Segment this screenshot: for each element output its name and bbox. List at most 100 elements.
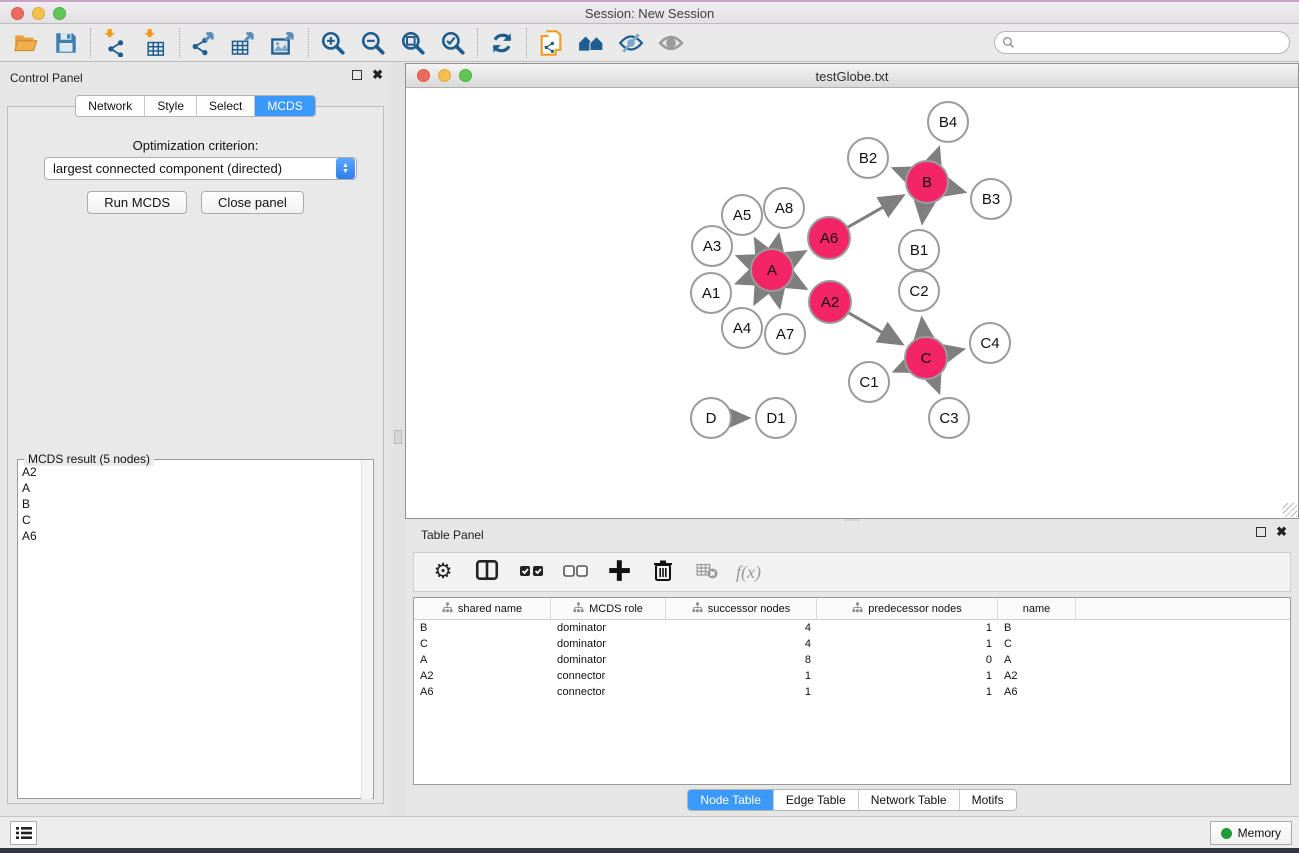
graph-node-C[interactable]: C: [905, 337, 947, 379]
first-neighbors-button[interactable]: [571, 27, 611, 59]
add-column-button[interactable]: [604, 557, 634, 587]
tab-mcds[interactable]: MCDS: [254, 96, 314, 116]
network-canvas[interactable]: AA1A2A3A4A5A6A7A8BB1B2B3B4CC1C2C3C4DD1: [406, 88, 1298, 518]
task-history-button[interactable]: [10, 821, 37, 845]
graph-node-B1[interactable]: B1: [899, 230, 939, 270]
graph-edge-A-A4[interactable]: [755, 289, 762, 303]
graph-node-C3[interactable]: C3: [929, 398, 969, 438]
tab-network[interactable]: Network: [76, 96, 144, 116]
table-cell[interactable]: connector: [551, 684, 666, 700]
table-cell[interactable]: dominator: [551, 636, 666, 652]
graph-node-C1[interactable]: C1: [849, 362, 889, 402]
graph-edge-A-A3[interactable]: [739, 257, 753, 262]
mcds-result-item[interactable]: A2: [22, 464, 359, 480]
graph-node-A8[interactable]: A8: [764, 188, 804, 228]
memory-button[interactable]: Memory: [1210, 821, 1292, 845]
graph-edge-A-A2[interactable]: [790, 280, 804, 288]
mcds-result-scrollbar[interactable]: [361, 461, 372, 799]
table-cell[interactable]: 1: [817, 636, 998, 652]
graph-edge-C-C1[interactable]: [896, 366, 907, 371]
zoom-in-button[interactable]: [313, 27, 353, 59]
tab-motifs[interactable]: Motifs: [959, 790, 1016, 810]
graph-node-A4[interactable]: A4: [722, 308, 762, 348]
node-table[interactable]: shared name MCDS role successor nodes pr…: [413, 597, 1291, 785]
gear-button[interactable]: ⚙: [428, 557, 458, 587]
graph-edge-A-A7[interactable]: [776, 291, 779, 306]
export-image-button[interactable]: [264, 27, 304, 59]
mcds-result-item[interactable]: C: [22, 512, 359, 528]
table-row[interactable]: Bdominator41B: [414, 620, 1290, 636]
table-cell[interactable]: 1: [666, 668, 817, 684]
mcds-result-item[interactable]: B: [22, 496, 359, 512]
column-header-predecessor-nodes[interactable]: predecessor nodes: [817, 598, 998, 620]
table-cell[interactable]: 1: [817, 668, 998, 684]
tab-style[interactable]: Style: [144, 96, 196, 116]
close-panel-button[interactable]: Close panel: [201, 191, 304, 214]
zoom-out-button[interactable]: [353, 27, 393, 59]
column-header-name[interactable]: name: [998, 598, 1076, 620]
table-cell[interactable]: A2: [414, 668, 551, 684]
float-panel-icon[interactable]: [352, 70, 362, 80]
export-network-button[interactable]: [184, 27, 224, 59]
table-cell[interactable]: connector: [551, 668, 666, 684]
graph-node-A[interactable]: A: [751, 249, 793, 291]
table-cell[interactable]: dominator: [551, 652, 666, 668]
delete-column-button[interactable]: [648, 557, 678, 587]
graph-node-B3[interactable]: B3: [971, 179, 1011, 219]
table-cell[interactable]: 8: [666, 652, 817, 668]
table-cell[interactable]: 4: [666, 636, 817, 652]
table-cell[interactable]: 4: [666, 620, 817, 636]
splitter-grip[interactable]: [394, 430, 402, 444]
table-cell[interactable]: 1: [817, 620, 998, 636]
graph-node-A5[interactable]: A5: [722, 195, 762, 235]
deselect-all-button[interactable]: [560, 557, 590, 587]
table-row[interactable]: A6connector11A6: [414, 684, 1290, 700]
graph-edge-C-C2[interactable]: [922, 320, 924, 337]
graph-node-C4[interactable]: C4: [970, 323, 1010, 363]
export-table-button[interactable]: [224, 27, 264, 59]
table-row[interactable]: Adominator80A: [414, 652, 1290, 668]
table-cell[interactable]: C: [414, 636, 551, 652]
mcds-result-item[interactable]: A: [22, 480, 359, 496]
graph-node-A3[interactable]: A3: [692, 226, 732, 266]
close-table-panel-icon[interactable]: ✖: [1276, 527, 1287, 537]
run-mcds-button[interactable]: Run MCDS: [87, 191, 187, 214]
table-row[interactable]: Cdominator41C: [414, 636, 1290, 652]
graph-edge-A2-C[interactable]: [848, 313, 901, 344]
graph-edge-C-C4[interactable]: [946, 350, 961, 354]
graph-edge-A6-B[interactable]: [847, 196, 902, 227]
duplicate-network-button[interactable]: [531, 27, 571, 59]
import-table-button[interactable]: [135, 27, 175, 59]
split-columns-button[interactable]: [472, 557, 502, 587]
search-box[interactable]: [994, 31, 1290, 54]
table-cell[interactable]: A: [998, 652, 1076, 668]
optimization-criterion-select[interactable]: largest connected component (directed) ▲…: [44, 157, 357, 180]
zoom-selected-button[interactable]: [433, 27, 473, 59]
table-cell[interactable]: B: [414, 620, 551, 636]
table-cell[interactable]: A: [414, 652, 551, 668]
refresh-layout-button[interactable]: [482, 27, 522, 59]
network-window-titlebar[interactable]: testGlobe.txt: [406, 64, 1298, 88]
table-cell[interactable]: 1: [666, 684, 817, 700]
select-all-button[interactable]: [516, 557, 546, 587]
tab-select[interactable]: Select: [196, 96, 254, 116]
search-input[interactable]: [1019, 36, 1289, 50]
resize-grip-icon[interactable]: [1283, 503, 1297, 517]
graph-node-C2[interactable]: C2: [899, 271, 939, 311]
graph-edge-B-B3[interactable]: [947, 187, 963, 191]
graph-node-D[interactable]: D: [691, 398, 731, 438]
graph-edge-A-A8[interactable]: [776, 236, 778, 249]
hide-panel-button[interactable]: [611, 27, 651, 59]
tab-node-table[interactable]: Node Table: [688, 790, 773, 810]
graph-edge-B-B4[interactable]: [934, 149, 938, 162]
float-table-panel-icon[interactable]: [1256, 527, 1266, 537]
graph-node-D1[interactable]: D1: [756, 398, 796, 438]
import-network-button[interactable]: [95, 27, 135, 59]
vertical-splitter[interactable]: [391, 62, 405, 816]
graph-node-A1[interactable]: A1: [691, 273, 731, 313]
table-cell[interactable]: dominator: [551, 620, 666, 636]
graph-edge-C-C3[interactable]: [934, 378, 939, 391]
table-row[interactable]: A2connector11A2: [414, 668, 1290, 684]
table-cell[interactable]: A6: [998, 684, 1076, 700]
save-session-button[interactable]: [46, 27, 86, 59]
